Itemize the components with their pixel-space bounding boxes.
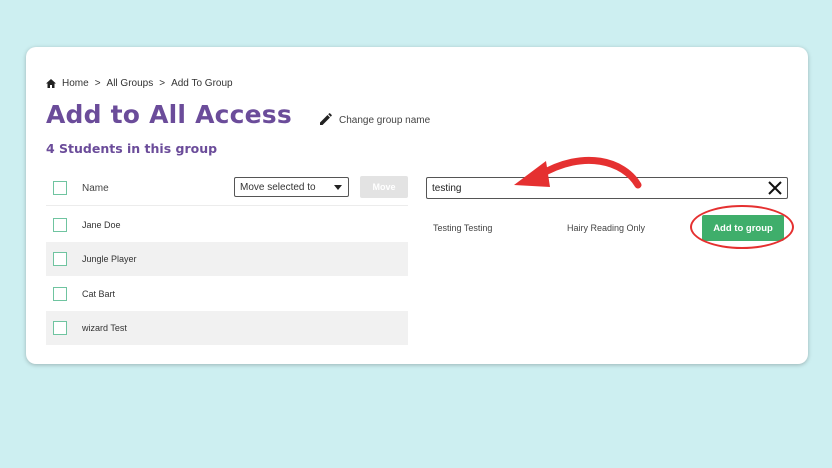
change-group-name-button[interactable]: Change group name xyxy=(318,111,430,130)
row-checkbox[interactable] xyxy=(53,321,67,335)
home-icon[interactable] xyxy=(46,79,56,88)
student-name: Jane Doe xyxy=(82,220,121,230)
list-item: Jungle Player xyxy=(46,242,408,276)
student-name: Cat Bart xyxy=(82,289,116,299)
row-checkbox[interactable] xyxy=(53,218,67,232)
student-count: 4 Students in this group xyxy=(46,141,218,156)
change-group-name-label: Change group name xyxy=(339,115,431,126)
arrow-annotation-icon xyxy=(514,156,642,189)
result-student-name: Testing Testing xyxy=(433,223,493,233)
list-item: Cat Bart xyxy=(46,277,408,311)
group-card: Home > All Groups > Add To Group Add to … xyxy=(26,47,808,364)
breadcrumb: Home > All Groups > Add To Group xyxy=(46,78,233,89)
list-header: Name Move selected to Move xyxy=(46,175,408,206)
result-group-name: Hairy Reading Only xyxy=(567,223,646,233)
breadcrumb-current: Add To Group xyxy=(171,78,233,89)
pencil-icon xyxy=(318,111,334,130)
breadcrumb-separator: > xyxy=(159,78,166,89)
page-title: Add to All Access xyxy=(46,100,292,129)
list-item: Jane Doe xyxy=(46,208,408,242)
row-checkbox[interactable] xyxy=(53,252,67,266)
move-selected-dropdown[interactable]: Move selected to xyxy=(234,177,349,197)
close-icon[interactable] xyxy=(767,180,783,201)
breadcrumb-all-groups[interactable]: All Groups xyxy=(107,78,154,89)
list-item: wizard Test xyxy=(46,311,408,345)
chevron-down-icon xyxy=(334,185,342,190)
student-name: wizard Test xyxy=(82,323,127,333)
move-button[interactable]: Move xyxy=(360,176,408,198)
row-checkbox[interactable] xyxy=(53,287,67,301)
name-column-header: Name xyxy=(82,183,109,194)
breadcrumb-separator: > xyxy=(94,78,101,89)
search-value: testing xyxy=(432,183,462,194)
highlight-circle-annotation xyxy=(690,205,794,249)
student-name: Jungle Player xyxy=(82,254,137,264)
select-all-checkbox[interactable] xyxy=(53,181,67,195)
move-selected-value: Move selected to xyxy=(240,181,316,193)
breadcrumb-home[interactable]: Home xyxy=(62,78,89,89)
